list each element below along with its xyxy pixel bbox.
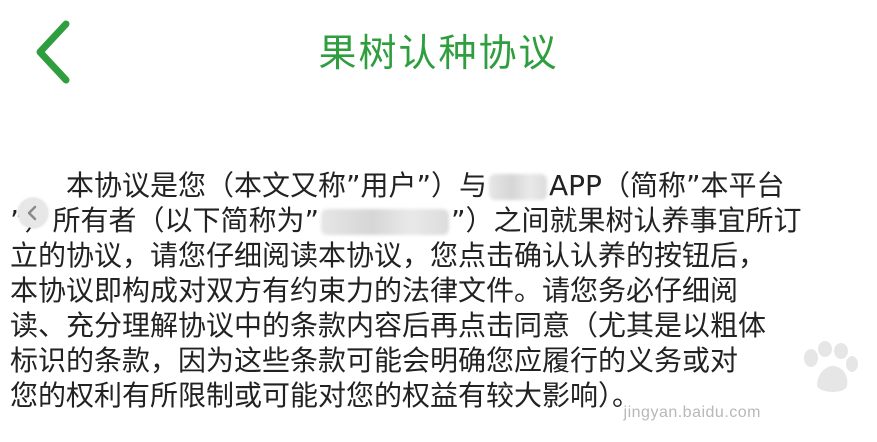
redacted-owner-name [321,209,450,235]
agreement-line1-a: 本协议是您（本文又称”用户”）与 [66,169,488,202]
agreement-line: 读、充分理解协议中的条款内容后再点击同意（尤其是以粗体 [10,309,767,342]
agreement-screen: 果树认种协议 本协议是您（本文又称”用户”）与 APP（简称”本平台 ”）所有者（… [0,0,877,442]
agreement-line: 本协议是您（本文又称”用户”）与 APP（简称”本平台 [10,168,862,203]
baidu-paw-watermark-icon [804,341,858,392]
agreement-line2-a: ”）所有者（以下简称为” [10,204,320,237]
agreement-line: ”）所有者（以下简称为” ”）之间就果树认养事宜所订 [10,203,862,238]
watermark-text: jingyan.baidu.com [623,404,761,421]
agreement-line1-b: APP（简称”本平台 [549,169,785,202]
agreement-line: 本协议即构成对双方有约束力的法律文件。请您务必仔细阅 [10,274,739,307]
agreement-text: 本协议是您（本文又称”用户”）与 APP（简称”本平台 ”）所有者（以下简称为””… [10,168,862,413]
agreement-line: 立的协议，请您仔细阅读本协议，您点击确认认养的按钮后， [10,239,767,272]
side-scroll-handle[interactable] [18,198,48,228]
chevron-left-small-icon [27,205,37,221]
page-title: 果树认种协议 [318,31,559,75]
redacted-app-name [489,174,548,200]
agreement-line: 标识的条款，因为这些条款可能会明确您应履行的义务或对 [10,344,739,377]
agreement-line2-b: ”）之间就果树认养事宜所订 [451,204,802,237]
